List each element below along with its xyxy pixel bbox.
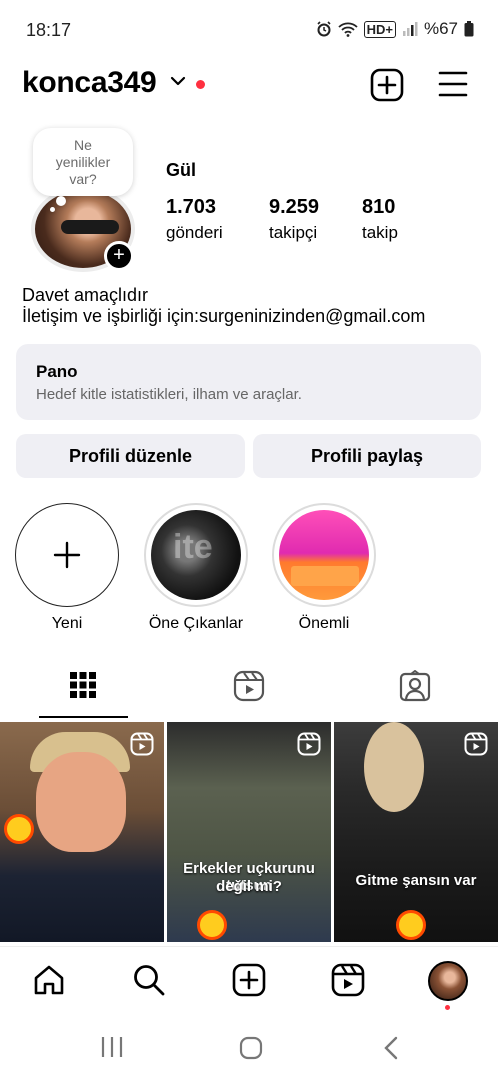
stat-followers[interactable]: 9.259 takipçi — [269, 196, 319, 243]
reel-icon — [464, 732, 488, 756]
note-text-line: Ne — [74, 137, 92, 153]
note-bubble-dot — [56, 196, 66, 206]
profile-nav-avatar[interactable] — [428, 961, 468, 1001]
stat-value: 810 — [362, 196, 396, 218]
highlight-label: Önemli — [298, 615, 350, 632]
highlight-label: Öne Çıkanlar — [148, 615, 244, 632]
reel-icon — [130, 732, 154, 756]
plus-icon — [53, 541, 81, 569]
reels-icon[interactable] — [331, 963, 365, 997]
search-icon[interactable] — [132, 963, 166, 997]
reel-icon — [297, 732, 321, 756]
active-tab-indicator — [39, 716, 128, 718]
add-story-icon[interactable]: + — [104, 241, 134, 271]
note-bubble-dot — [50, 207, 55, 212]
bottom-nav — [0, 946, 498, 1012]
menu-icon[interactable] — [438, 70, 468, 98]
stat-value: 1.703 — [166, 196, 217, 218]
note-text-line: yenilikler — [55, 154, 111, 170]
share-profile-button[interactable]: Profili paylaş — [253, 434, 481, 478]
stat-following[interactable]: 810 takip — [362, 196, 398, 243]
status-time: 18:17 — [26, 20, 72, 40]
tagged-icon[interactable] — [399, 670, 431, 702]
alarm-icon — [317, 21, 331, 37]
highlight-watermark: ite — [173, 528, 213, 566]
signal-icon — [402, 22, 418, 36]
post-caption: değil mi? — [216, 878, 282, 895]
bio-line: İletişim ve işbirliği için:surgeninizind… — [22, 306, 426, 326]
highlight-cover: ite — [144, 503, 248, 607]
recents-icon[interactable] — [100, 1036, 124, 1058]
bio-line: Davet amaçlıdır — [22, 285, 149, 305]
profile-tabs — [0, 650, 498, 720]
profile-header: konca349 — [0, 58, 498, 114]
dashboard-title: Pano — [36, 362, 78, 381]
stat-label: takipçi — [269, 223, 318, 242]
create-post-icon[interactable] — [370, 68, 404, 102]
back-icon[interactable] — [383, 1036, 399, 1060]
stat-label: gönderi — [166, 223, 223, 242]
new-highlight-circle — [15, 503, 119, 607]
stat-label: takip — [362, 223, 398, 242]
stat-value: 9.259 — [269, 196, 320, 218]
post-tile[interactable]: Erkekler uçkurunu tutsun değil mi? — [167, 722, 331, 942]
sticker-badge — [396, 910, 426, 940]
sticker-badge — [4, 814, 34, 844]
home-icon[interactable] — [32, 963, 66, 997]
post-tile[interactable]: Gitme şansın var — [334, 722, 498, 942]
status-icons: HD+ %67 — [316, 19, 474, 39]
battery-percent: %67 — [423, 19, 458, 38]
highlight-cover — [272, 503, 376, 607]
battery-icon — [464, 21, 474, 37]
network-type: HD+ — [363, 20, 396, 38]
sticker-badge — [197, 910, 227, 940]
username[interactable]: konca349 — [22, 66, 157, 100]
full-name: Gül — [166, 160, 196, 180]
edit-profile-button[interactable]: Profili düzenle — [16, 434, 245, 478]
highlight-new[interactable]: Yeni — [2, 503, 132, 633]
chevron-down-icon[interactable] — [170, 74, 186, 88]
post-tile[interactable] — [0, 722, 164, 942]
notification-dot — [445, 1005, 450, 1010]
grid-icon[interactable] — [70, 670, 96, 700]
home-button-icon[interactable] — [239, 1036, 263, 1060]
stat-posts[interactable]: 1.703 gönderi — [166, 196, 223, 243]
highlight-featured[interactable]: ite Öne Çıkanlar — [131, 503, 261, 633]
reels-tab-icon[interactable] — [233, 670, 265, 702]
system-nav — [0, 1012, 498, 1080]
note-text-line: var? — [69, 171, 97, 187]
professional-dashboard[interactable]: Pano Hedef kitle istatistikleri, ilham v… — [16, 344, 481, 420]
create-icon[interactable] — [232, 963, 266, 997]
notification-dot — [196, 80, 205, 89]
posts-grid: Erkekler uçkurunu tutsun değil mi? Gitme… — [0, 722, 498, 944]
status-bar: 18:17 HD+ %67 — [0, 0, 498, 58]
wifi-icon — [337, 22, 358, 37]
dashboard-subtitle: Hedef kitle istatistikleri, ilham ve ara… — [36, 386, 302, 403]
highlight-important[interactable]: Önemli — [259, 503, 389, 633]
note-bubble[interactable]: Ne yenilikler var? — [33, 128, 133, 196]
highlight-label: Yeni — [51, 615, 83, 632]
post-caption: Gitme şansın var — [355, 872, 477, 889]
